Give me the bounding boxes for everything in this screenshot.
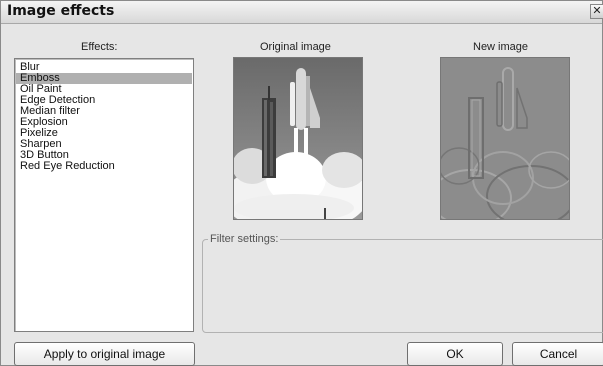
new-image-label: New image [473, 41, 529, 53]
cancel-button[interactable]: Cancel [512, 342, 603, 366]
effects-label: Effects: [81, 41, 118, 53]
close-icon[interactable]: ✕ [590, 4, 603, 19]
original-image-label: Original image [260, 41, 331, 53]
apply-to-original-button[interactable]: Apply to original image [14, 342, 195, 366]
effects-list[interactable]: Blur Emboss Oil Paint Edge Detection Med… [14, 58, 194, 332]
new-image-preview [440, 57, 570, 220]
list-item-label: Red Eye Reduction [20, 160, 115, 172]
shuttle-launch-image [234, 58, 362, 219]
filter-settings-group [202, 239, 603, 333]
title-bar[interactable]: Image effects ✕ [1, 1, 603, 24]
ok-button[interactable]: OK [407, 342, 503, 366]
dialog-title: Image effects [7, 3, 115, 19]
image-effects-dialog: Image effects ✕ Effects: Blur Emboss Oil… [0, 0, 603, 366]
embossed-image [441, 58, 569, 219]
filter-settings-label: Filter settings: [208, 233, 281, 245]
effects-list-item-red-eye-reduction[interactable]: Red Eye Reduction [16, 161, 192, 172]
original-image-preview [233, 57, 363, 220]
